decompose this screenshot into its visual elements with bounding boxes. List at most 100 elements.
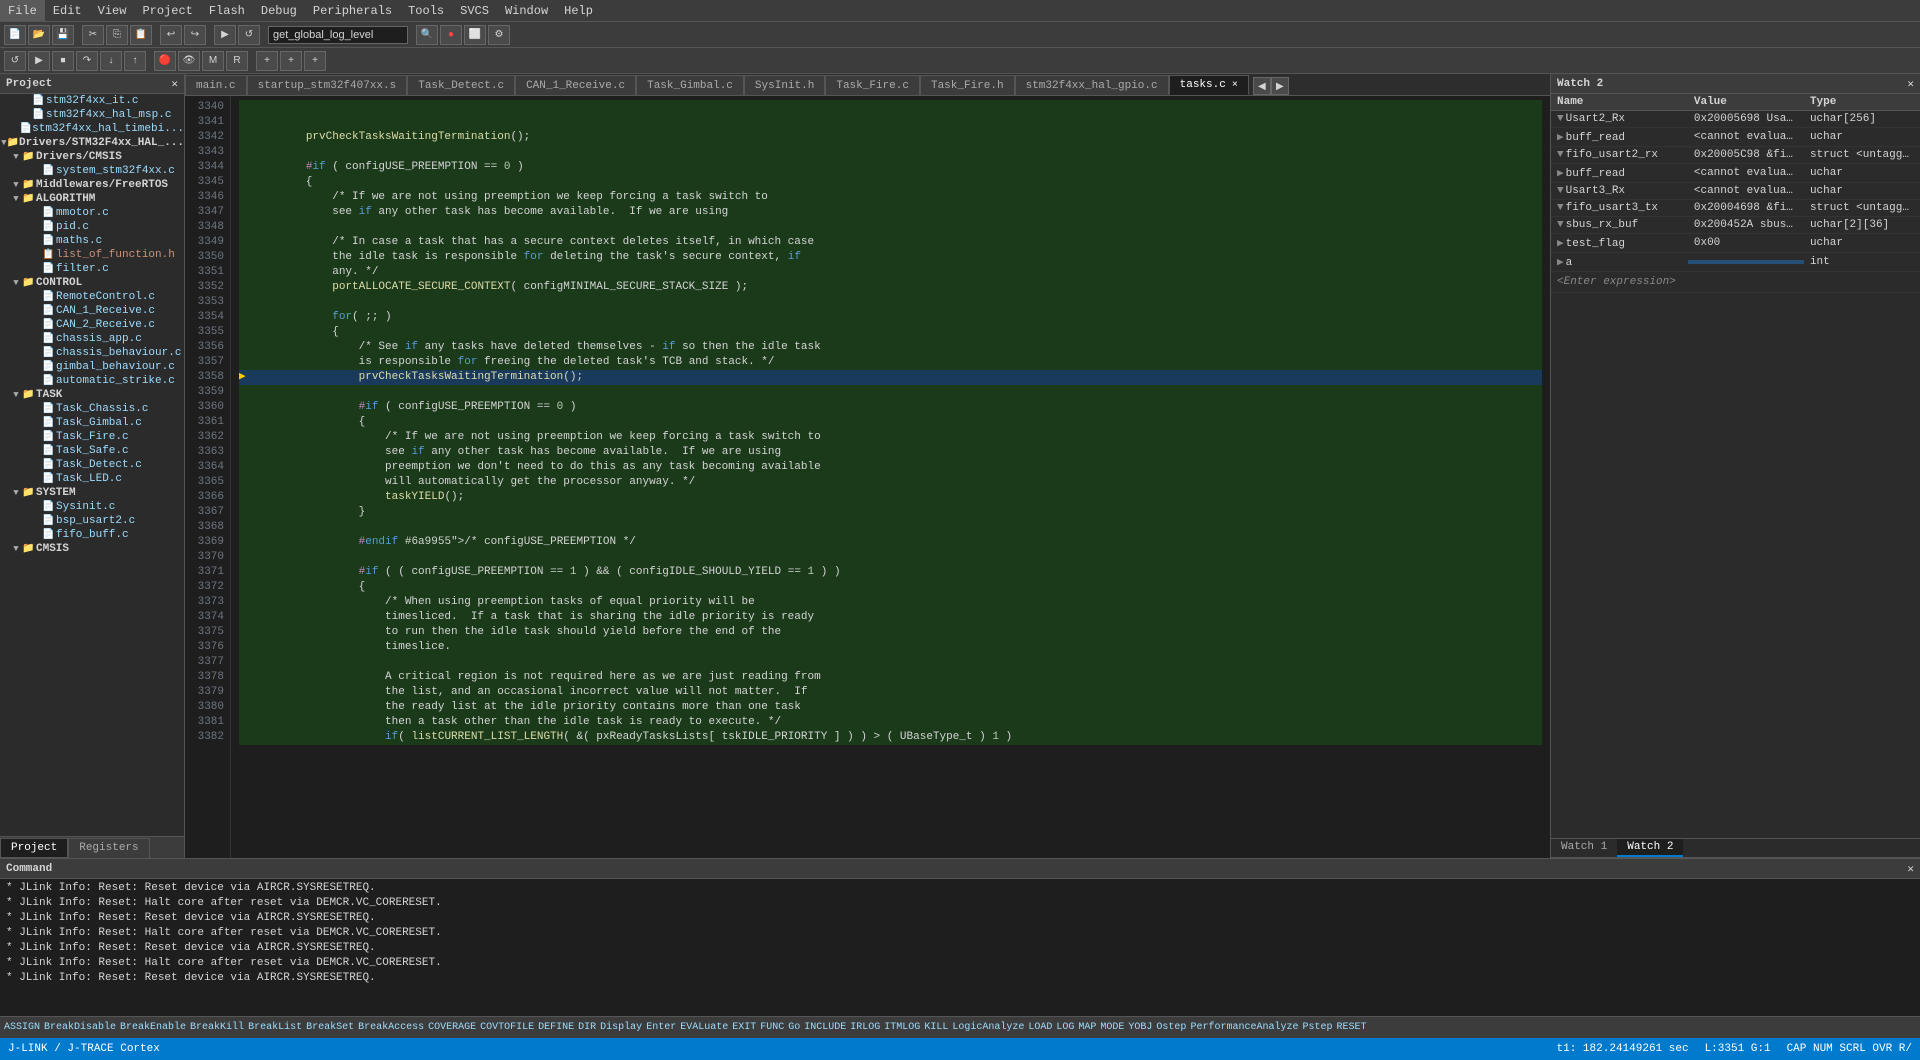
cmd-btn-func[interactable]: FUNC (760, 1022, 784, 1033)
watch-row-2[interactable]: ▼fifo_usart2_rx0x20005C98 &fifo_usa...st… (1551, 147, 1920, 164)
tree-item-middlewares_freertos[interactable]: ▼📁Middlewares/FreeRTOS (0, 178, 184, 192)
watch-row-6[interactable]: ▼sbus_rx_buf0x200452A sbus_rx_buf[2][36]… (1551, 217, 1920, 234)
tb-memory[interactable]: M (202, 51, 224, 71)
cmd-btn-define[interactable]: DEFINE (538, 1022, 574, 1033)
tb-more2[interactable]: + (280, 51, 302, 71)
tb-step-into[interactable]: ↓ (100, 51, 122, 71)
cmd-btn-itmlog[interactable]: ITMLOG (884, 1022, 920, 1033)
watch-enter-expression[interactable]: <Enter expression> (1551, 272, 1682, 292)
menu-edit[interactable]: Edit (45, 0, 90, 21)
tree-item-can_1_receive[interactable]: 📄CAN_1_Receive.c (0, 304, 184, 318)
tree-item-drivers_stm32f4xx_hal[interactable]: ▼📁Drivers/STM32F4xx_HAL_... (0, 136, 184, 150)
tab-tasks-c[interactable]: tasks.c × (1169, 75, 1249, 95)
tb-redo[interactable]: ↪ (184, 25, 206, 45)
tab-scroll-left[interactable]: ◀ (1253, 77, 1271, 95)
watch-expand-6[interactable]: ▼ (1557, 219, 1564, 231)
cmd-btn-breakenable[interactable]: BreakEnable (120, 1022, 186, 1033)
cmd-btn-logicanalyze[interactable]: LogicAnalyze (952, 1022, 1024, 1033)
cmd-btn-pstep[interactable]: Pstep (1302, 1022, 1332, 1033)
tab-task-detect[interactable]: Task_Detect.c (407, 75, 515, 95)
tab-can1-receive[interactable]: CAN_1_Receive.c (515, 75, 636, 95)
menu-flash[interactable]: Flash (201, 0, 253, 21)
cmd-btn-display[interactable]: Display (600, 1022, 642, 1033)
menu-window[interactable]: Window (497, 0, 556, 21)
tree-item-list_of_function[interactable]: 📋list_of_function.h (0, 248, 184, 262)
tb-step-out[interactable]: ↑ (124, 51, 146, 71)
tb-step-over[interactable]: ↷ (76, 51, 98, 71)
tb-stop[interactable]: ⏹ (52, 51, 74, 71)
tree-item-task_safe[interactable]: 📄Task_Safe.c (0, 444, 184, 458)
watch-expand-3[interactable]: ▶ (1557, 168, 1564, 180)
tree-item-remotecontrol[interactable]: 📄RemoteControl.c (0, 290, 184, 304)
tree-item-fifo_buff[interactable]: 📄fifo_buff.c (0, 528, 184, 542)
tree-item-mmotor[interactable]: 📄mmotor.c (0, 206, 184, 220)
menu-view[interactable]: View (90, 0, 135, 21)
tb-undo[interactable]: ↩ (160, 25, 182, 45)
cmd-btn-evaluate[interactable]: EVALuate (680, 1022, 728, 1033)
cmd-btn-reset[interactable]: RESET (1336, 1022, 1366, 1033)
tb-registers[interactable]: R (226, 51, 248, 71)
tb-settings[interactable]: ⚙ (488, 25, 510, 45)
menu-project[interactable]: Project (134, 0, 200, 21)
menu-file[interactable]: File (0, 0, 45, 21)
tb-run[interactable]: ▶ (28, 51, 50, 71)
watch-expand-5[interactable]: ▼ (1557, 202, 1564, 214)
tb-more1[interactable]: + (256, 51, 278, 71)
cmd-btn-yobj[interactable]: YOBJ (1128, 1022, 1152, 1033)
tb-new[interactable]: 📄 (4, 25, 26, 45)
cmd-btn-irlog[interactable]: IRLOG (850, 1022, 880, 1033)
tree-item-task_fire[interactable]: 📄Task_Fire.c (0, 430, 184, 444)
watch-expand-7[interactable]: ▶ (1557, 238, 1564, 250)
cmd-btn-breakdisable[interactable]: BreakDisable (44, 1022, 116, 1033)
tab-startup[interactable]: startup_stm32f407xx.s (247, 75, 408, 95)
menu-tools[interactable]: Tools (400, 0, 452, 21)
tb-rebuild[interactable]: ↺ (238, 25, 260, 45)
tree-item-stm32f4xx_it[interactable]: 📄stm32f4xx_it.c (0, 94, 184, 108)
tree-item-system[interactable]: ▼📁SYSTEM (0, 486, 184, 500)
tree-item-task_led[interactable]: 📄Task_LED.c (0, 472, 184, 486)
tb-reset[interactable]: ↺ (4, 51, 26, 71)
tab-hal-gpio[interactable]: stm32f4xx_hal_gpio.c (1015, 75, 1169, 95)
tab-task-fire-h[interactable]: Task_Fire.h (920, 75, 1015, 95)
cmd-btn-breakaccess[interactable]: BreakAccess (358, 1022, 424, 1033)
tree-item-stm32f4xx_hal_msp[interactable]: 📄stm32f4xx_hal_msp.c (0, 108, 184, 122)
cmd-btn-performanceanalyze[interactable]: PerformanceAnalyze (1190, 1022, 1298, 1033)
tree-item-drivers_cmsis[interactable]: ▼📁Drivers/CMSIS (0, 150, 184, 164)
cmd-btn-kill[interactable]: KILL (924, 1022, 948, 1033)
tree-item-task_gimbal[interactable]: 📄Task_Gimbal.c (0, 416, 184, 430)
watch-row-1[interactable]: ▶buff_read<cannot evaluate>uchar (1551, 128, 1920, 147)
cmd-btn-load[interactable]: LOAD (1028, 1022, 1052, 1033)
watch-row-5[interactable]: ▼fifo_usart3_tx0x20004698 &fifo_usar...s… (1551, 200, 1920, 217)
tree-item-pid[interactable]: 📄pid.c (0, 220, 184, 234)
tb-watch[interactable]: 👁 (178, 51, 200, 71)
tree-item-system_stm32f4xx[interactable]: 📄system_stm32f4xx.c (0, 164, 184, 178)
cmd-btn-breakset[interactable]: BreakSet (306, 1022, 354, 1033)
menu-debug[interactable]: Debug (253, 0, 305, 21)
cmd-btn-breakkill[interactable]: BreakKill (190, 1022, 244, 1033)
cmd-btn-coverage[interactable]: COVERAGE (428, 1022, 476, 1033)
cmd-btn-go[interactable]: Go (788, 1022, 800, 1033)
watch-row-7[interactable]: ▶test_flag0x00uchar (1551, 234, 1920, 253)
menu-help[interactable]: Help (556, 0, 601, 21)
cmd-btn-dir[interactable]: DIR (578, 1022, 596, 1033)
tb-debug-stop[interactable]: ⬜ (464, 25, 486, 45)
tree-item-can_2_receive[interactable]: 📄CAN_2_Receive.c (0, 318, 184, 332)
tb-open[interactable]: 📂 (28, 25, 50, 45)
tree-item-task_chassis[interactable]: 📄Task_Chassis.c (0, 402, 184, 416)
watch-expand-2[interactable]: ▼ (1557, 149, 1564, 161)
tab-watch1[interactable]: Watch 1 (1551, 839, 1617, 857)
watch-row-4[interactable]: ▼Usart3_Rx<cannot evaluate>uchar (1551, 183, 1920, 200)
tree-item-task_detect[interactable]: 📄Task_Detect.c (0, 458, 184, 472)
tab-close-tasks[interactable]: × (1232, 80, 1238, 91)
cmd-btn-exit[interactable]: EXIT (732, 1022, 756, 1033)
watch-row-3[interactable]: ▶buff_read<cannot evaluate>uchar (1551, 164, 1920, 183)
tab-sysinit-h[interactable]: SysInit.h (744, 75, 825, 95)
watch-expand-8[interactable]: ▶ (1557, 257, 1564, 269)
tab-main-c[interactable]: main.c (185, 75, 247, 95)
tree-item-algorithm[interactable]: ▼📁ALGORITHM (0, 192, 184, 206)
command-close[interactable]: ✕ (1907, 862, 1914, 876)
watch-row-0[interactable]: ▼Usart2_Rx0x20005698 Usart2_Rx[...uchar[… (1551, 111, 1920, 128)
tab-task-fire[interactable]: Task_Fire.c (825, 75, 920, 95)
tree-item-control[interactable]: ▼📁CONTROL (0, 276, 184, 290)
tab-project[interactable]: Project (0, 838, 68, 858)
